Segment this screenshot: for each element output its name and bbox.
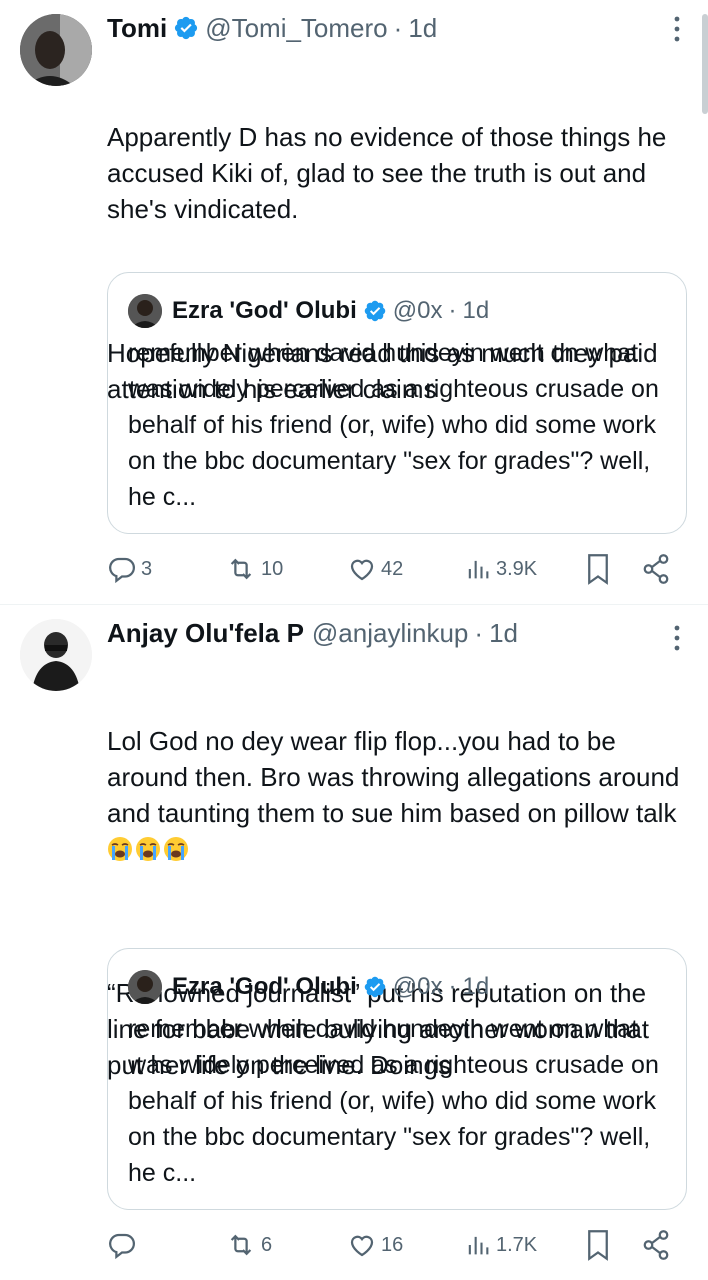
tweet-1[interactable]: Tomi @Tomi_Tomero · 1d Apparently D has … xyxy=(0,0,708,604)
quoted-tweet-header: Ezra 'God' Olubi @0x · 1d xyxy=(128,969,489,1005)
tweet-paragraph: Apparently D has no evidence of those th… xyxy=(107,122,674,224)
verified-badge-icon xyxy=(364,976,386,998)
reply-button[interactable]: 3 xyxy=(107,549,152,589)
emoji-group xyxy=(107,834,191,864)
quoted-tweet[interactable]: Ezra 'God' Olubi @0x · 1d remember when … xyxy=(107,948,687,1210)
quoted-author-handle: @0x xyxy=(392,973,443,1000)
quoted-timestamp: 1d xyxy=(462,297,490,324)
share-icon[interactable] xyxy=(641,1225,671,1265)
separator-dot: · xyxy=(448,973,457,1000)
quoted-author-name: Ezra 'God' Olubi xyxy=(172,297,357,324)
bookmark-icon[interactable] xyxy=(583,549,613,589)
loudly-crying-face-emoji xyxy=(164,837,188,861)
reply-icon xyxy=(109,1233,135,1260)
tweet-header: Anjay Olu'fela P @anjaylinkup · 1d xyxy=(107,615,518,651)
reply-button[interactable] xyxy=(107,1225,141,1265)
like-count: 42 xyxy=(381,557,404,580)
separator-dot: · xyxy=(393,12,403,43)
quoted-tweet-text: remember when david hundeyin went on wha… xyxy=(128,1015,659,1187)
views-button[interactable]: 1.7K xyxy=(464,1225,537,1265)
more-options-icon[interactable] xyxy=(672,14,682,44)
reply-icon xyxy=(109,557,135,584)
verified-badge-icon xyxy=(175,16,198,40)
tweet-paragraph: Lol God no dey wear flip flop...you had … xyxy=(107,723,687,867)
retweet-button[interactable]: 10 xyxy=(225,549,283,589)
action-bar: 6 16 1.7K xyxy=(107,1225,687,1265)
tweet-paragraph-text: Lol God no dey wear flip flop...you had … xyxy=(107,726,687,828)
retweet-icon xyxy=(230,1234,252,1256)
loudly-crying-face-emoji xyxy=(108,837,132,861)
author-name[interactable]: Tomi xyxy=(107,13,167,44)
author-name[interactable]: Anjay Olu'fela P xyxy=(107,618,304,649)
quoted-avatar xyxy=(128,970,162,1004)
quoted-timestamp: 1d xyxy=(462,973,490,1000)
retweet-count: 6 xyxy=(261,1233,273,1256)
like-button[interactable]: 16 xyxy=(347,1225,403,1265)
like-count: 16 xyxy=(381,1233,404,1256)
views-icon xyxy=(468,1236,489,1255)
quoted-tweet-header: Ezra 'God' Olubi @0x · 1d xyxy=(128,293,489,329)
quoted-author-handle: @0x xyxy=(392,297,443,324)
like-button[interactable]: 42 xyxy=(347,549,403,589)
action-bar: 3 10 42 3.9K xyxy=(107,549,687,589)
verified-badge-icon xyxy=(364,300,386,322)
quoted-tweet-text: remember when david hundeyin went on wha… xyxy=(128,339,659,511)
more-options-icon[interactable] xyxy=(672,623,682,653)
quoted-avatar xyxy=(128,294,162,328)
timestamp[interactable]: 1d xyxy=(408,13,437,44)
avatar[interactable] xyxy=(20,14,92,86)
quoted-author-name: Ezra 'God' Olubi xyxy=(172,973,357,1000)
share-icon[interactable] xyxy=(641,549,671,589)
bookmark-icon[interactable] xyxy=(583,1225,613,1265)
tweet-2[interactable]: Anjay Olu'fela P @anjaylinkup · 1d Lol G… xyxy=(0,605,708,1280)
loudly-crying-face-emoji xyxy=(136,837,160,861)
views-icon xyxy=(468,560,489,579)
quoted-tweet[interactable]: Ezra 'God' Olubi @0x · 1d remember when … xyxy=(107,272,687,534)
view-count: 3.9K xyxy=(496,557,538,580)
separator-dot: · xyxy=(474,617,484,648)
timestamp[interactable]: 1d xyxy=(489,618,518,649)
tweet-header: Tomi @Tomi_Tomero · 1d xyxy=(107,10,437,46)
reply-count: 3 xyxy=(141,557,153,580)
views-button[interactable]: 3.9K xyxy=(464,549,537,589)
author-handle[interactable]: @anjaylinkup xyxy=(312,618,468,649)
separator-dot: · xyxy=(448,297,457,324)
retweet-count: 10 xyxy=(261,557,284,580)
heart-icon xyxy=(350,559,374,581)
retweet-button[interactable]: 6 xyxy=(225,1225,272,1265)
author-handle[interactable]: @Tomi_Tomero xyxy=(205,13,387,44)
avatar[interactable] xyxy=(20,619,92,691)
heart-icon xyxy=(350,1235,374,1257)
retweet-icon xyxy=(230,558,252,580)
view-count: 1.7K xyxy=(496,1233,538,1256)
